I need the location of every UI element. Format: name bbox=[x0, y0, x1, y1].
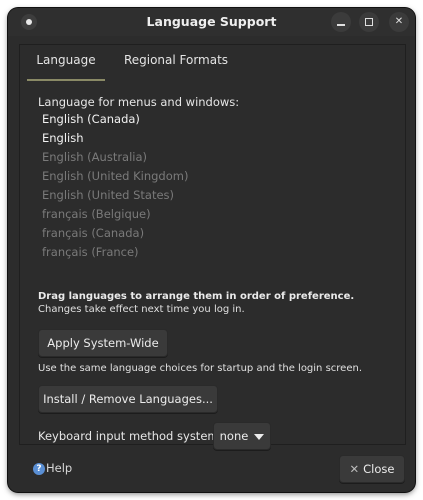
dropdown-caret-icon bbox=[254, 433, 265, 440]
tab-language-label: Language bbox=[36, 53, 96, 67]
minimize-button[interactable] bbox=[331, 12, 351, 32]
minimize-icon bbox=[337, 24, 345, 26]
drag-hint: Drag languages to arrange them in order … bbox=[38, 291, 355, 302]
effect-hint: Changes take effect next time you log in… bbox=[38, 304, 245, 315]
tab-regional-formats-label: Regional Formats bbox=[123, 53, 229, 67]
close-x-icon: ✕ bbox=[349, 462, 360, 476]
close-button[interactable]: ✕ Close bbox=[339, 455, 405, 483]
keyboard-input-method-value: none bbox=[219, 429, 249, 443]
maximize-button[interactable] bbox=[359, 12, 379, 32]
tab-regional-formats[interactable]: Regional Formats bbox=[122, 45, 230, 81]
keyboard-input-method-dropdown[interactable]: none bbox=[213, 422, 271, 450]
language-list-item[interactable]: français (France) bbox=[39, 243, 409, 262]
language-list-item[interactable]: français (Belgique) bbox=[39, 205, 409, 224]
language-list-item[interactable]: English (Canada) bbox=[39, 110, 409, 129]
keyboard-input-label: Keyboard input method system: bbox=[38, 429, 223, 443]
help-button[interactable]: ? Help bbox=[33, 460, 72, 476]
language-section-label: Language for menus and windows: bbox=[38, 95, 240, 109]
language-list-item[interactable]: English (United States) bbox=[39, 186, 409, 205]
language-list-item[interactable]: français (Canada) bbox=[39, 224, 409, 243]
language-list-item[interactable]: English bbox=[39, 129, 409, 148]
language-support-window: Language Support ✕ Language Regional For… bbox=[8, 8, 415, 492]
language-list: English (Canada) English English (Austra… bbox=[39, 110, 409, 262]
window-close-button[interactable]: ✕ bbox=[389, 12, 409, 32]
titlebar: Language Support ✕ bbox=[8, 8, 415, 36]
window-title: Language Support bbox=[146, 14, 277, 29]
close-label: Close bbox=[363, 462, 395, 476]
help-label: Help bbox=[46, 461, 73, 475]
help-icon: ? bbox=[33, 462, 45, 475]
active-tab-indicator bbox=[27, 79, 105, 81]
install-remove-languages-button[interactable]: Install / Remove Languages... bbox=[38, 385, 218, 413]
close-icon: ✕ bbox=[394, 16, 404, 27]
apply-system-wide-button[interactable]: Apply System-Wide bbox=[38, 329, 168, 357]
tab-bar: Language Regional Formats bbox=[20, 45, 405, 83]
language-list-item[interactable]: English (Australia) bbox=[39, 148, 409, 167]
language-list-item[interactable]: English (United Kingdom) bbox=[39, 167, 409, 186]
maximize-icon bbox=[365, 18, 373, 26]
content-frame: Language Regional Formats Language for m… bbox=[19, 44, 409, 450]
tab-language[interactable]: Language bbox=[27, 45, 105, 81]
startup-hint: Use the same language choices for startu… bbox=[38, 363, 362, 374]
